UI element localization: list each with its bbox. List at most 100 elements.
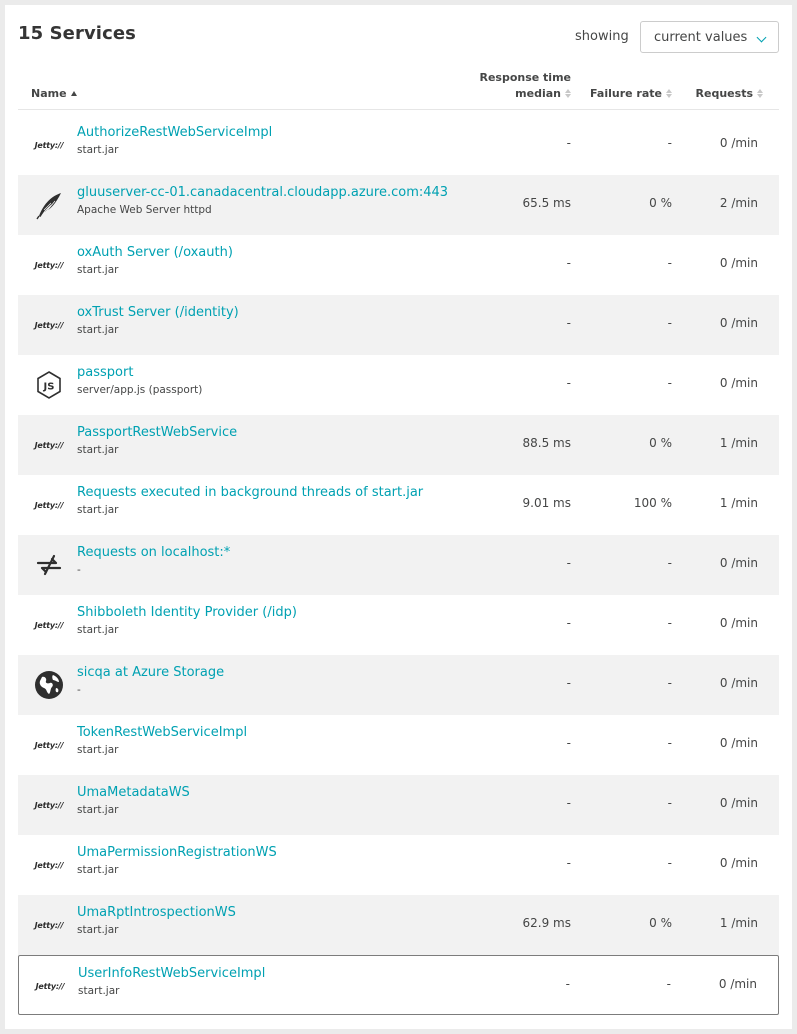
service-name-link[interactable]: Requests executed in background threads … bbox=[77, 485, 423, 500]
failure-rate-value: - bbox=[667, 556, 672, 570]
services-table: Jetty:// AuthorizeRestWebServiceImpl start… bbox=[18, 115, 779, 1015]
column-header-name-label: Name bbox=[31, 87, 67, 100]
svg-text:JS: JS bbox=[43, 382, 55, 393]
service-name-link[interactable]: TokenRestWebServiceImpl bbox=[77, 725, 247, 740]
service-name-link[interactable]: UserInfoRestWebServiceImpl bbox=[78, 966, 265, 981]
requests-value: 0 /min bbox=[718, 977, 757, 991]
sort-icon bbox=[565, 89, 571, 98]
service-name-link[interactable]: UmaRptIntrospectionWS bbox=[77, 905, 236, 920]
service-name-link[interactable]: Requests on localhost:* bbox=[77, 545, 230, 560]
service-process: start.jar bbox=[77, 324, 119, 336]
service-name-link[interactable]: AuthorizeRestWebServiceImpl bbox=[77, 125, 272, 140]
column-header-response-line2: median bbox=[515, 87, 561, 100]
jetty-logo-icon: Jetty:// bbox=[34, 740, 64, 750]
service-name-link[interactable]: UmaMetadataWS bbox=[77, 785, 190, 800]
column-header-name[interactable]: Name bbox=[31, 87, 77, 100]
service-name-link[interactable]: Shibboleth Identity Provider (/idp) bbox=[77, 605, 297, 620]
service-process: server/app.js (passport) bbox=[77, 384, 203, 396]
failure-rate-value: - bbox=[667, 736, 672, 750]
response-time-value: - bbox=[566, 256, 571, 270]
column-header-response-time[interactable]: Response time median bbox=[479, 70, 571, 102]
requests-value: 0 /min bbox=[719, 616, 758, 630]
service-process: start.jar bbox=[77, 144, 119, 156]
failure-rate-value: - bbox=[666, 977, 671, 991]
requests-value: 2 /min bbox=[719, 196, 758, 210]
table-row[interactable]: Requests on localhost:* - - - 0 /min bbox=[18, 535, 779, 595]
service-name-link[interactable]: oxTrust Server (/identity) bbox=[77, 305, 239, 320]
sort-ascending-icon bbox=[70, 91, 77, 96]
jetty-logo-icon: Jetty:// bbox=[34, 440, 64, 450]
table-row[interactable]: sicqa at Azure Storage - - - 0 /min bbox=[18, 655, 779, 715]
service-name-link[interactable]: sicqa at Azure Storage bbox=[77, 665, 224, 680]
column-header-requests[interactable]: Requests bbox=[696, 87, 763, 100]
table-row[interactable]: gluuserver-cc-01.canadacentral.cloudapp.… bbox=[18, 175, 779, 235]
response-time-value: 65.5 ms bbox=[522, 196, 571, 210]
response-time-value: - bbox=[566, 856, 571, 870]
requests-value: 0 /min bbox=[719, 256, 758, 270]
table-row[interactable]: Jetty:// TokenRestWebServiceImpl start.jar… bbox=[18, 715, 779, 775]
failure-rate-value: - bbox=[667, 676, 672, 690]
service-name-link[interactable]: UmaPermissionRegistrationWS bbox=[77, 845, 277, 860]
table-row[interactable]: Jetty:// UserInfoRestWebServiceImpl start.… bbox=[18, 955, 779, 1015]
failure-rate-value: - bbox=[667, 316, 672, 330]
failure-rate-value: - bbox=[667, 616, 672, 630]
jetty-logo-icon: Jetty:// bbox=[34, 140, 64, 150]
showing-label: showing bbox=[575, 29, 629, 44]
service-name-link[interactable]: PassportRestWebService bbox=[77, 425, 237, 440]
response-time-value: - bbox=[566, 556, 571, 570]
jetty-logo-icon: Jetty:// bbox=[34, 620, 64, 630]
table-row[interactable]: Jetty:// PassportRestWebService start.jar 8… bbox=[18, 415, 779, 475]
response-time-value: 88.5 ms bbox=[522, 436, 571, 450]
requests-value: 0 /min bbox=[719, 316, 758, 330]
service-process: start.jar bbox=[77, 804, 119, 816]
jetty-logo-icon: Jetty:// bbox=[34, 260, 64, 270]
table-row[interactable]: Jetty:// UmaRptIntrospectionWS start.jar 62… bbox=[18, 895, 779, 955]
service-process: start.jar bbox=[77, 744, 119, 756]
table-row[interactable]: Jetty:// oxAuth Server (/oxauth) start.jar… bbox=[18, 235, 779, 295]
jetty-logo-icon: Jetty:// bbox=[34, 860, 64, 870]
response-time-value: - bbox=[566, 796, 571, 810]
table-row[interactable]: Jetty:// UmaMetadataWS start.jar - - 0 /min bbox=[18, 775, 779, 835]
jetty-logo-icon: Jetty:// bbox=[34, 920, 64, 930]
service-name-link[interactable]: gluuserver-cc-01.canadacentral.cloudapp.… bbox=[77, 185, 448, 200]
jetty-logo-icon: Jetty:// bbox=[34, 800, 64, 810]
values-mode-select[interactable]: current values bbox=[640, 21, 779, 53]
response-time-value: - bbox=[566, 676, 571, 690]
response-time-value: 9.01 ms bbox=[522, 496, 571, 510]
service-process: start.jar bbox=[77, 504, 119, 516]
failure-rate-value: - bbox=[667, 136, 672, 150]
sort-icon bbox=[666, 89, 672, 98]
column-header-failure-rate[interactable]: Failure rate bbox=[590, 87, 672, 100]
failure-rate-value: 0 % bbox=[649, 916, 672, 930]
column-header-failure-label: Failure rate bbox=[590, 87, 662, 100]
service-process: start.jar bbox=[77, 264, 119, 276]
service-process: - bbox=[77, 564, 81, 576]
failure-rate-value: - bbox=[667, 856, 672, 870]
nodejs-hexagon-icon: JS bbox=[33, 370, 65, 400]
column-header-response-line1: Response time bbox=[479, 71, 571, 84]
table-row[interactable]: Jetty:// oxTrust Server (/identity) start.… bbox=[18, 295, 779, 355]
response-time-value: - bbox=[566, 616, 571, 630]
jetty-logo-icon: Jetty:// bbox=[35, 981, 65, 991]
failure-rate-value: - bbox=[667, 796, 672, 810]
service-name-link[interactable]: oxAuth Server (/oxauth) bbox=[77, 245, 233, 260]
requests-value: 0 /min bbox=[719, 136, 758, 150]
requests-value: 0 /min bbox=[719, 556, 758, 570]
table-row[interactable]: Jetty:// Requests executed in background … bbox=[18, 475, 779, 535]
failure-rate-value: 100 % bbox=[633, 496, 672, 510]
failure-rate-value: 0 % bbox=[649, 196, 672, 210]
page-title: 15 Services bbox=[18, 23, 136, 44]
table-row[interactable]: Jetty:// AuthorizeRestWebServiceImpl start… bbox=[18, 115, 779, 175]
table-row[interactable]: Jetty:// UmaPermissionRegistrationWS start… bbox=[18, 835, 779, 895]
service-process: Apache Web Server httpd bbox=[77, 204, 212, 216]
service-process: start.jar bbox=[77, 924, 119, 936]
globe-icon bbox=[33, 670, 65, 700]
service-name-link[interactable]: passport bbox=[77, 365, 133, 380]
requests-value: 0 /min bbox=[719, 736, 758, 750]
failure-rate-value: - bbox=[667, 256, 672, 270]
table-row[interactable]: Jetty:// Shibboleth Identity Provider (/i… bbox=[18, 595, 779, 655]
table-row[interactable]: JS passport server/app.js (passport) - - 0 /m… bbox=[18, 355, 779, 415]
service-process: start.jar bbox=[78, 985, 120, 997]
failure-rate-value: 0 % bbox=[649, 436, 672, 450]
jetty-logo-icon: Jetty:// bbox=[34, 320, 64, 330]
